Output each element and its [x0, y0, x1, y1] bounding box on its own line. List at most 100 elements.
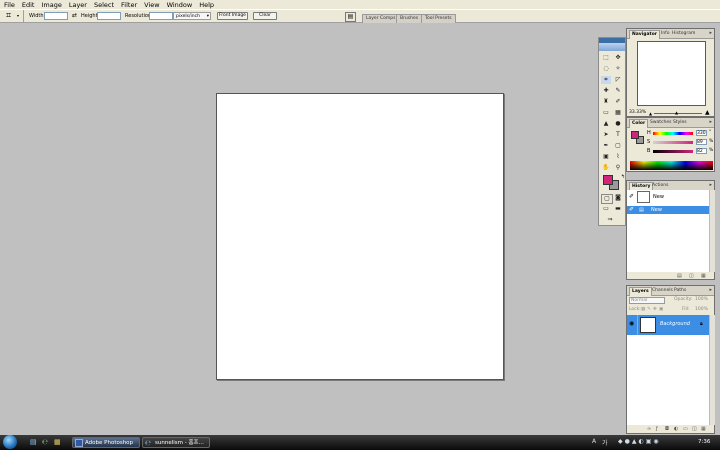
navigator-preview[interactable]: [637, 41, 706, 106]
clone-stamp-icon[interactable]: ♜: [601, 98, 611, 106]
panel-menu-icon[interactable]: ▸: [709, 182, 712, 189]
lock-all-icon[interactable]: ▣: [659, 307, 663, 312]
tab-layers[interactable]: Layers: [629, 287, 652, 296]
brush-tool-icon[interactable]: ✎: [613, 87, 623, 95]
show-desktop-icon[interactable]: ▤: [30, 438, 37, 446]
well-tab-tool-presets[interactable]: Tool Presets: [421, 14, 456, 23]
fill-value[interactable]: 100%: [695, 307, 708, 312]
pen-tool-icon[interactable]: ✒: [601, 142, 611, 150]
clock[interactable]: 7:36: [698, 439, 710, 445]
height-input[interactable]: [97, 12, 121, 20]
panel-menu-icon[interactable]: ▸: [709, 30, 712, 37]
foreground-color-swatch[interactable]: [631, 131, 639, 139]
layer-row[interactable]: ◉ Background 🔒︎: [627, 315, 709, 335]
adjustment-layer-icon[interactable]: ◐: [674, 426, 678, 432]
history-brush-icon[interactable]: ✐: [613, 98, 623, 106]
eye-visibility-icon[interactable]: ◉: [629, 320, 634, 327]
resolution-input[interactable]: [149, 12, 173, 20]
path-selection-icon[interactable]: ➤: [601, 131, 611, 139]
panel-menu-icon[interactable]: ▸: [709, 119, 712, 126]
brightness-value[interactable]: 82: [696, 148, 707, 154]
internet-explorer-icon[interactable]: ℮: [42, 438, 48, 446]
shape-tool-icon[interactable]: ▢: [613, 142, 623, 150]
menu-layer[interactable]: Layer: [69, 1, 87, 9]
history-scrollbar[interactable]: [709, 190, 715, 272]
swap-dimensions-icon[interactable]: ⇄: [72, 12, 77, 19]
eraser-tool-icon[interactable]: ▭: [601, 109, 611, 117]
layer-style-icon[interactable]: ƒ: [656, 426, 658, 432]
file-browser-icon[interactable]: ▤: [345, 12, 356, 22]
link-layers-icon[interactable]: ∞: [647, 426, 651, 432]
saturation-value[interactable]: 89: [696, 139, 707, 145]
menu-filter[interactable]: Filter: [121, 1, 137, 9]
taskbar-item-browser[interactable]: ℮ sunnelism - 홈프...: [142, 437, 210, 448]
menu-help[interactable]: Help: [199, 1, 214, 9]
history-brush-source-icon[interactable]: ✐: [629, 193, 634, 200]
switch-windows-icon[interactable]: ▦: [54, 438, 61, 446]
width-input[interactable]: [44, 12, 68, 20]
menu-image[interactable]: Image: [41, 1, 61, 9]
well-tab-brushes[interactable]: Brushes: [396, 14, 423, 23]
menu-view[interactable]: View: [144, 1, 159, 9]
resolution-units-select[interactable]: pixels/inch ▾: [173, 12, 211, 20]
menu-select[interactable]: Select: [94, 1, 114, 9]
snapshot-thumbnail[interactable]: [637, 191, 650, 203]
move-tool-icon[interactable]: ✥: [613, 54, 623, 62]
menu-window[interactable]: Window: [167, 1, 193, 9]
gradient-tool-icon[interactable]: ▦: [613, 109, 623, 117]
jump-to-imageready-icon[interactable]: ⇒: [605, 216, 615, 224]
well-tab-layer-comps[interactable]: Layer Comps: [362, 14, 400, 23]
tab-actions[interactable]: Actions: [650, 182, 670, 190]
hand-tool-icon[interactable]: ✋: [601, 164, 611, 172]
zoom-tool-icon[interactable]: ⚲: [613, 164, 623, 172]
document-canvas[interactable]: [216, 93, 504, 380]
blur-tool-icon[interactable]: ▲: [601, 120, 611, 128]
lock-position-icon[interactable]: ✥: [653, 307, 657, 312]
brightness-slider[interactable]: [653, 150, 693, 153]
snapshot-label[interactable]: New: [653, 194, 664, 200]
zoom-slider-handle-icon[interactable]: ▲: [675, 110, 678, 115]
layers-scrollbar[interactable]: [709, 315, 715, 425]
eyedropper-tool-icon[interactable]: ⌇: [613, 153, 623, 161]
system-tray-icons[interactable]: ◆●▲◐▣◉: [618, 438, 661, 445]
screen-mode-full-icon[interactable]: ▬: [613, 205, 623, 213]
panel-menu-icon[interactable]: ▸: [709, 287, 712, 294]
type-tool-icon[interactable]: T: [613, 131, 623, 139]
language-bar-icon[interactable]: A: [592, 438, 596, 445]
history-state-row[interactable]: ✐ ▤ New: [627, 206, 709, 214]
crop-tool-icon[interactable]: ⌗: [6, 11, 11, 22]
history-brush-source-icon[interactable]: ✐: [629, 206, 634, 213]
tab-swatches[interactable]: Swatches: [648, 119, 674, 127]
zoom-in-icon[interactable]: ▲: [705, 109, 710, 116]
taskbar-item-photoshop[interactable]: Adobe Photoshop: [72, 437, 140, 448]
tab-navigator[interactable]: Navigator: [629, 30, 660, 39]
trash-icon[interactable]: ▦: [701, 426, 706, 432]
new-snapshot-icon[interactable]: ◫: [689, 273, 694, 279]
standard-mode-icon[interactable]: ▢: [601, 194, 613, 204]
quick-mask-icon[interactable]: ◙: [613, 194, 623, 202]
tool-preset-dropdown-icon[interactable]: ▾: [17, 13, 19, 18]
layer-thumbnail[interactable]: [640, 317, 656, 333]
tab-color[interactable]: Color: [629, 119, 649, 128]
new-group-icon[interactable]: ▭: [683, 426, 688, 432]
hue-slider[interactable]: [653, 132, 693, 135]
new-layer-icon[interactable]: ◫: [692, 426, 697, 432]
menu-file[interactable]: File: [4, 1, 15, 9]
healing-brush-icon[interactable]: ✚: [601, 87, 611, 95]
crop-tool-icon[interactable]: ⌗: [601, 76, 611, 84]
tab-paths[interactable]: Paths: [672, 287, 688, 295]
opacity-value[interactable]: 100%: [695, 297, 708, 302]
new-document-from-state-icon[interactable]: ▤: [677, 273, 682, 279]
menu-edit[interactable]: Edit: [22, 1, 35, 9]
tab-styles[interactable]: Styles: [671, 119, 689, 127]
photoshop-logo[interactable]: [599, 43, 625, 51]
input-method-icon[interactable]: 가: [602, 438, 608, 447]
hue-value[interactable]: 330: [696, 130, 707, 136]
saturation-slider[interactable]: [653, 141, 693, 144]
dodge-tool-icon[interactable]: ●: [613, 120, 623, 128]
layer-mask-icon[interactable]: ◘: [665, 426, 669, 432]
lasso-tool-icon[interactable]: ◌: [601, 65, 611, 73]
layer-name[interactable]: Background: [660, 321, 690, 327]
tab-histogram[interactable]: Histogram: [670, 30, 697, 38]
notes-tool-icon[interactable]: ▣: [601, 153, 611, 161]
